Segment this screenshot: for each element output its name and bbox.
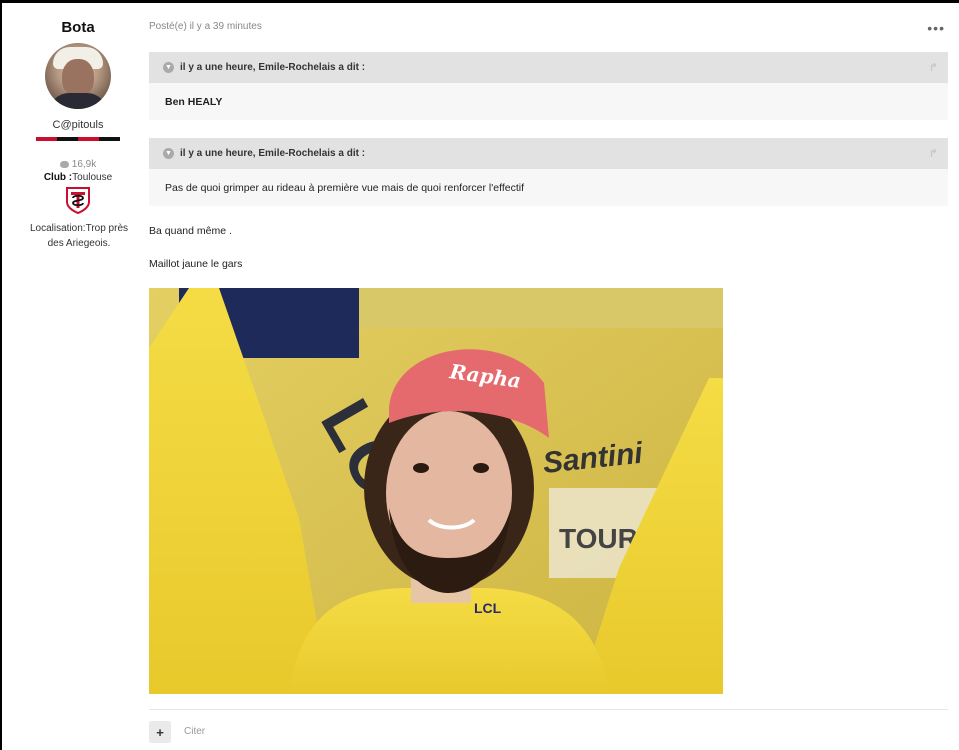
author-panel: Bota C@pitouls 16,9k Club :Toulouse Loca… xyxy=(2,3,154,251)
chevron-down-icon[interactable]: ▼ xyxy=(163,62,174,73)
quote-header: ▼ il y a une heure, Emile-Rochelais a di… xyxy=(149,138,948,169)
ellipsis-icon[interactable]: ••• xyxy=(927,20,945,36)
quote-text: Pas de quoi grimper au rideau à première… xyxy=(165,181,524,194)
post-frame: Bota C@pitouls 16,9k Club :Toulouse Loca… xyxy=(2,3,959,750)
avatar[interactable] xyxy=(45,43,111,109)
quote-citation[interactable]: il y a une heure, Emile-Rochelais a dit … xyxy=(180,148,365,159)
avatar-shirt xyxy=(49,93,107,109)
post-meta[interactable]: Posté(e) il y a 39 minutes xyxy=(149,21,262,32)
share-arrow-icon[interactable]: ↱ xyxy=(929,61,938,74)
quote-block: ▼ il y a une heure, Emile-Rochelais a di… xyxy=(149,52,948,120)
reputation-stat: 16,9k xyxy=(2,159,154,170)
post-paragraph: Maillot jaune le gars xyxy=(149,258,243,270)
avatar-face xyxy=(62,59,94,97)
club-label: Club : xyxy=(43,172,73,183)
quote-header: ▼ il y a une heure, Emile-Rochelais a di… xyxy=(149,52,948,83)
club-logo-icon xyxy=(63,185,93,215)
author-name[interactable]: Bota xyxy=(2,19,154,36)
location-label: Localisation: xyxy=(29,223,86,234)
club-value: Toulouse xyxy=(72,172,113,183)
club-field: Club :Toulouse xyxy=(2,172,154,183)
quote-block: ▼ il y a une heure, Emile-Rochelais a di… xyxy=(149,138,948,206)
bg-sponsor-text-3: TOUR xyxy=(559,523,638,554)
quote-text: Ben HEALY xyxy=(165,95,223,108)
cite-button[interactable]: Citer xyxy=(184,726,205,737)
author-rank: C@pitouls xyxy=(52,119,104,131)
location-field: Localisation:Trop près des Ariegeois. xyxy=(2,221,154,251)
quote-citation[interactable]: il y a une heure, Emile-Rochelais a dit … xyxy=(180,62,365,73)
share-arrow-icon[interactable]: ↱ xyxy=(929,147,938,160)
reputation-count: 16,9k xyxy=(71,159,97,170)
post-footer-divider xyxy=(149,709,948,710)
post-image[interactable]: LCL Santini TOUR Rapha LCL xyxy=(149,288,723,694)
chevron-down-icon[interactable]: ▼ xyxy=(163,148,174,159)
comment-icon xyxy=(59,161,69,168)
add-reaction-button[interactable]: + xyxy=(149,721,171,743)
jersey-sponsor-text: LCL xyxy=(474,600,502,616)
post-paragraph: Ba quand même . xyxy=(149,225,232,237)
rank-bar xyxy=(36,137,120,141)
